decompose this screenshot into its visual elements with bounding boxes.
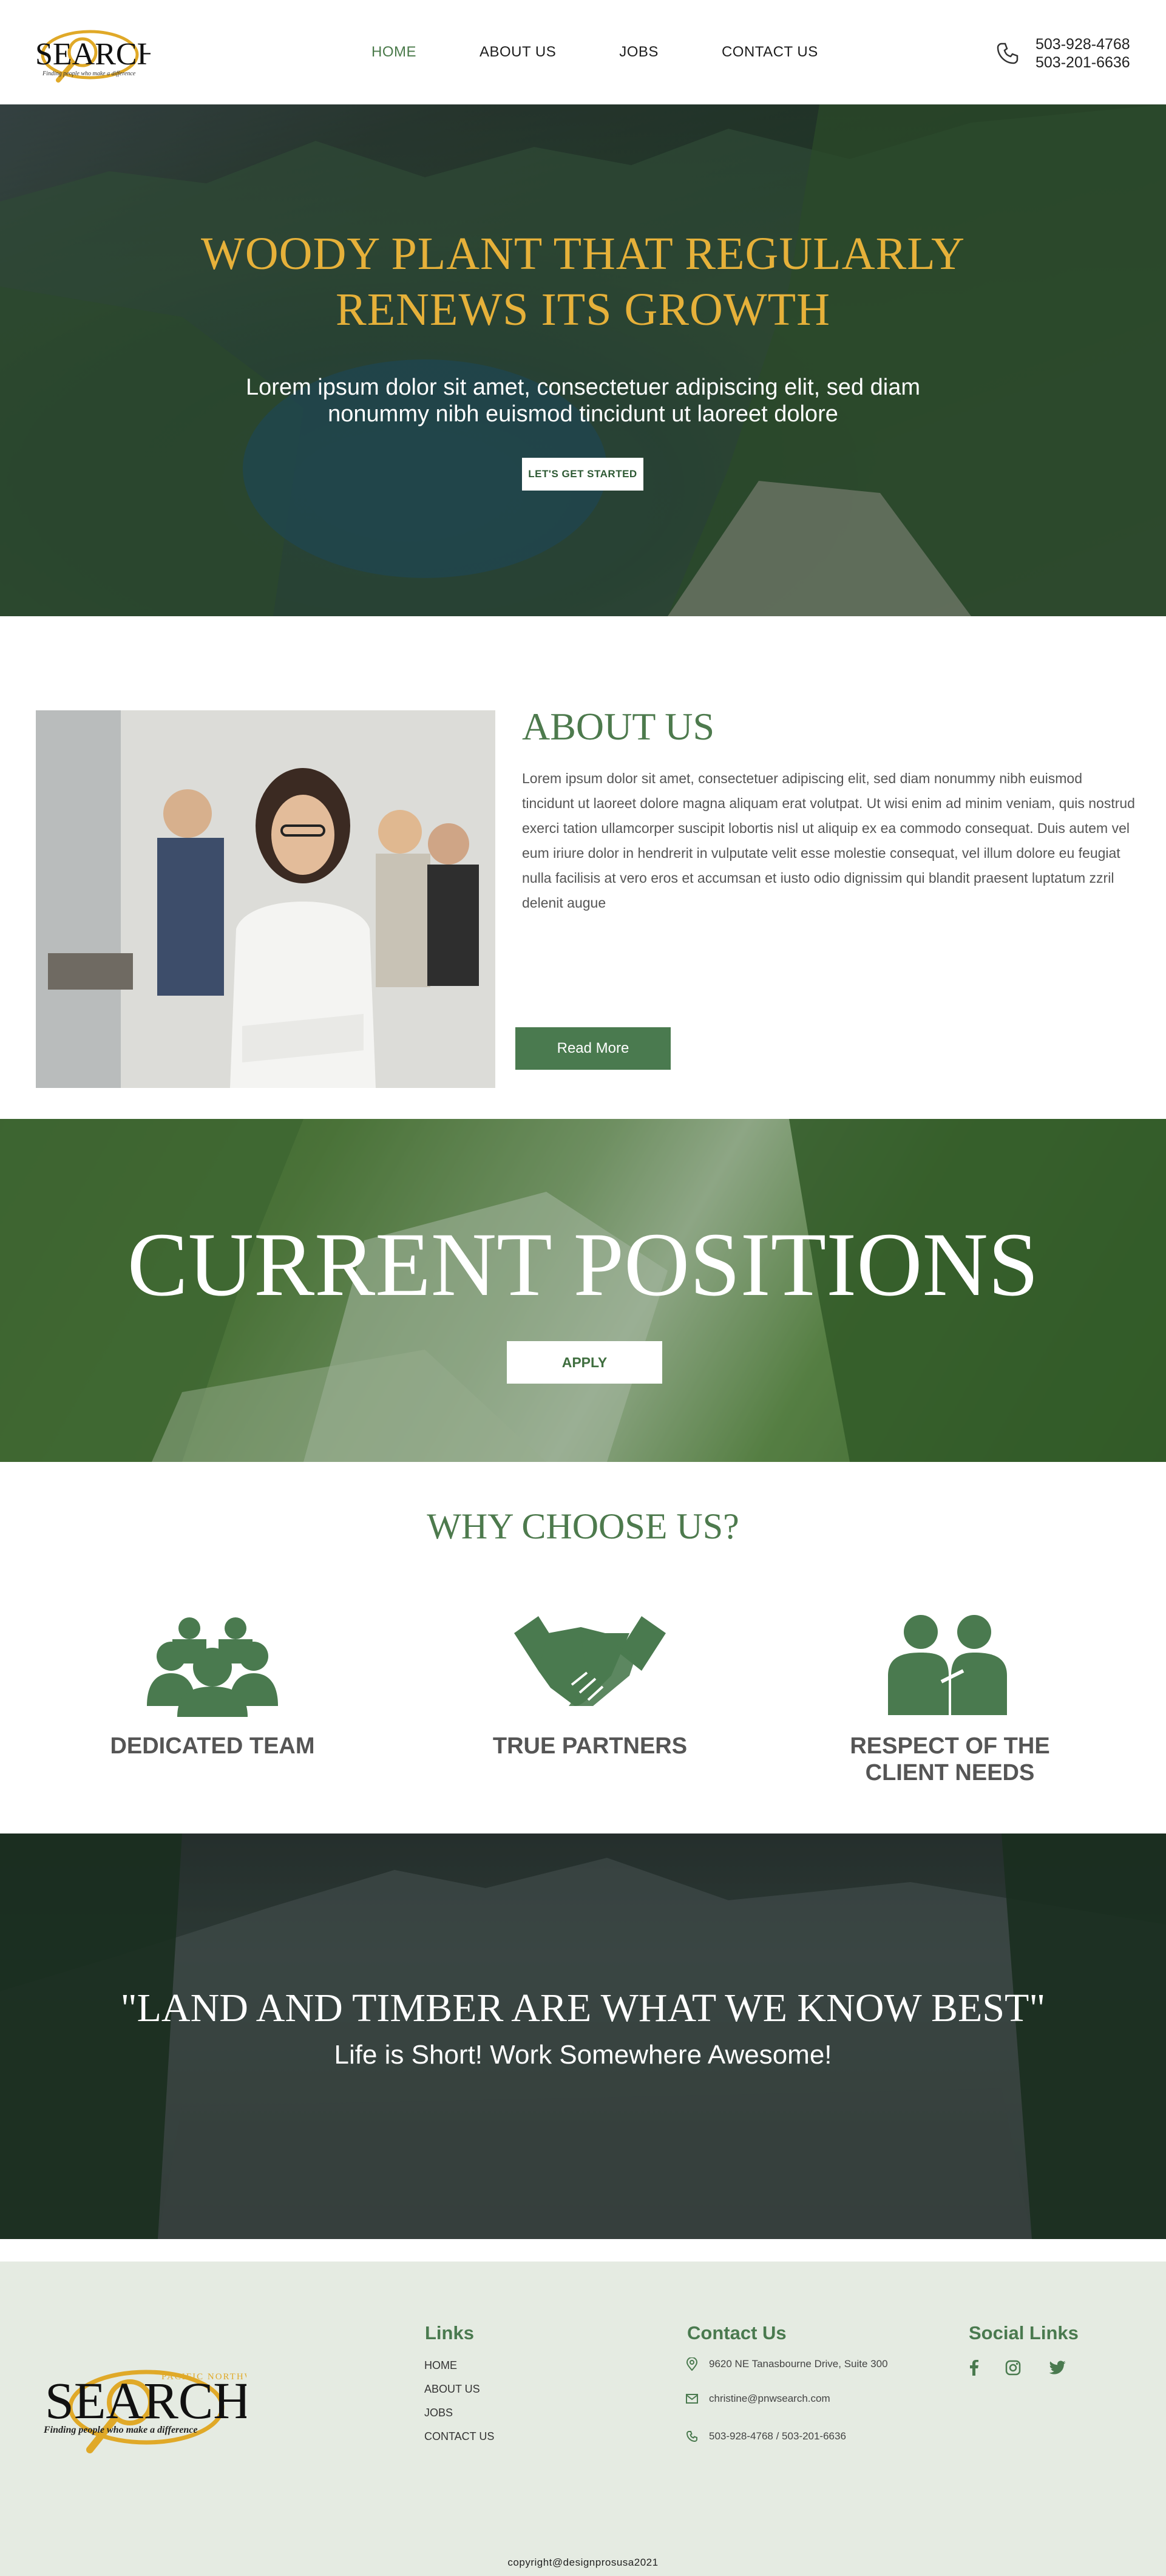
footer-link-jobs[interactable]: JOBS: [424, 2401, 494, 2425]
site-header: SEARCH Finding people who make a differe…: [0, 0, 1166, 104]
instagram-icon[interactable]: [1005, 2360, 1021, 2379]
footer-social-links: [970, 2360, 1093, 2379]
hero-banner: WOODY PLANT THAT REGULARLY RENEWS ITS GR…: [0, 104, 1166, 616]
footer-contact-title: Contact Us: [687, 2322, 787, 2343]
footer-links: HOME ABOUT US JOBS CONTACT US: [424, 2354, 494, 2449]
nav-contact-us[interactable]: CONTACT US: [722, 44, 818, 61]
svg-text:Finding people who make a diff: Finding people who make a difference: [43, 2425, 197, 2435]
quote-title: "LAND AND TIMBER ARE WHAT WE KNOW BEST": [120, 1986, 1046, 2030]
feature-true-partners: TRUE PARTNERS: [463, 1615, 717, 1759]
footer-social-title: Social Links: [969, 2322, 1079, 2343]
about-title: ABOUT US: [522, 705, 715, 748]
footer-logo-text: SEARCH: [45, 2371, 246, 2430]
handshake-icon: [514, 1616, 666, 1706]
nav-jobs[interactable]: JOBS: [619, 44, 659, 61]
about-text: Lorem ipsum dolor sit amet, consectetuer…: [522, 770, 1135, 911]
hero-background-mountains: [0, 104, 1166, 616]
feature-dedicated-team: DEDICATED TEAM: [85, 1615, 340, 1759]
feature-label: DEDICATED TEAM: [110, 1733, 315, 1759]
quote-banner: "LAND AND TIMBER ARE WHAT WE KNOW BEST" …: [0, 1833, 1166, 2239]
site-footer: PACIFIC NORTHWEST SEARCH Finding people …: [0, 2262, 1166, 2576]
main-nav: HOME ABOUT US JOBS CONTACT US: [371, 44, 881, 61]
copyright: copyright@designprosusa2021: [507, 2557, 659, 2568]
facebook-icon[interactable]: [970, 2360, 978, 2379]
footer-link-contact-us[interactable]: CONTACT US: [424, 2425, 494, 2449]
team-icon: [147, 1617, 278, 1717]
positions-title: CURRENT POSITIONS: [127, 1214, 1039, 1315]
feature-label: RESPECT OF THE: [850, 1733, 1050, 1759]
location-pin-icon: [686, 2357, 698, 2371]
about-team-photo: [36, 710, 495, 1088]
phone-icon: [686, 2431, 697, 2442]
email-icon: [686, 2394, 698, 2404]
feature-label-line2: CLIENT NEEDS: [865, 1760, 1035, 1786]
phone-icon: [997, 42, 1019, 64]
hero-title: WOODY PLANT THAT REGULARLY RENEWS ITS GR…: [201, 228, 965, 335]
svg-text:Finding people who make a diff: Finding people who make a difference: [42, 70, 136, 77]
positions-banner: CURRENT POSITIONS APPLY: [0, 1119, 1166, 1462]
why-choose-title: WHY CHOOSE US?: [427, 1506, 739, 1546]
feature-label: TRUE PARTNERS: [492, 1733, 688, 1759]
footer-link-home[interactable]: HOME: [424, 2354, 494, 2377]
footer-links-title: Links: [425, 2322, 474, 2343]
logo-text: SEARCH: [35, 37, 151, 72]
header-phone-2[interactable]: 503-201-6636: [1036, 53, 1130, 72]
get-started-button[interactable]: LET'S GET STARTED: [522, 458, 643, 491]
header-phones: 503-928-4768 503-201-6636: [995, 35, 1130, 72]
nav-about-us[interactable]: ABOUT US: [480, 44, 556, 61]
footer-address: 9620 NE Tanasbourne Drive, Suite 300: [686, 2357, 888, 2371]
footer-email[interactable]: christine@pnwsearch.com: [686, 2393, 830, 2405]
footer-phones[interactable]: 503-928-4768 / 503-201-6636: [686, 2430, 846, 2442]
header-phone-1[interactable]: 503-928-4768: [1036, 35, 1130, 53]
quote-overlay: [0, 1833, 1166, 2239]
nav-home[interactable]: HOME: [371, 44, 416, 61]
site-logo[interactable]: SEARCH Finding people who make a differe…: [29, 17, 160, 89]
footer-logo[interactable]: PACIFIC NORTHWEST SEARCH Finding people …: [40, 2347, 273, 2468]
footer-link-about-us[interactable]: ABOUT US: [424, 2377, 494, 2401]
apply-button[interactable]: APPLY: [507, 1341, 662, 1384]
people-icon: [888, 1615, 1007, 1715]
read-more-button[interactable]: Read More: [515, 1027, 671, 1070]
feature-respect-client-needs: RESPECT OF THE CLIENT NEEDS: [822, 1615, 1077, 1786]
twitter-icon[interactable]: [1048, 2360, 1066, 2378]
quote-subtitle: Life is Short! Work Somewhere Awesome!: [334, 2040, 832, 2070]
hero-subtitle: Lorem ipsum dolor sit amet, consectetuer…: [246, 375, 920, 427]
